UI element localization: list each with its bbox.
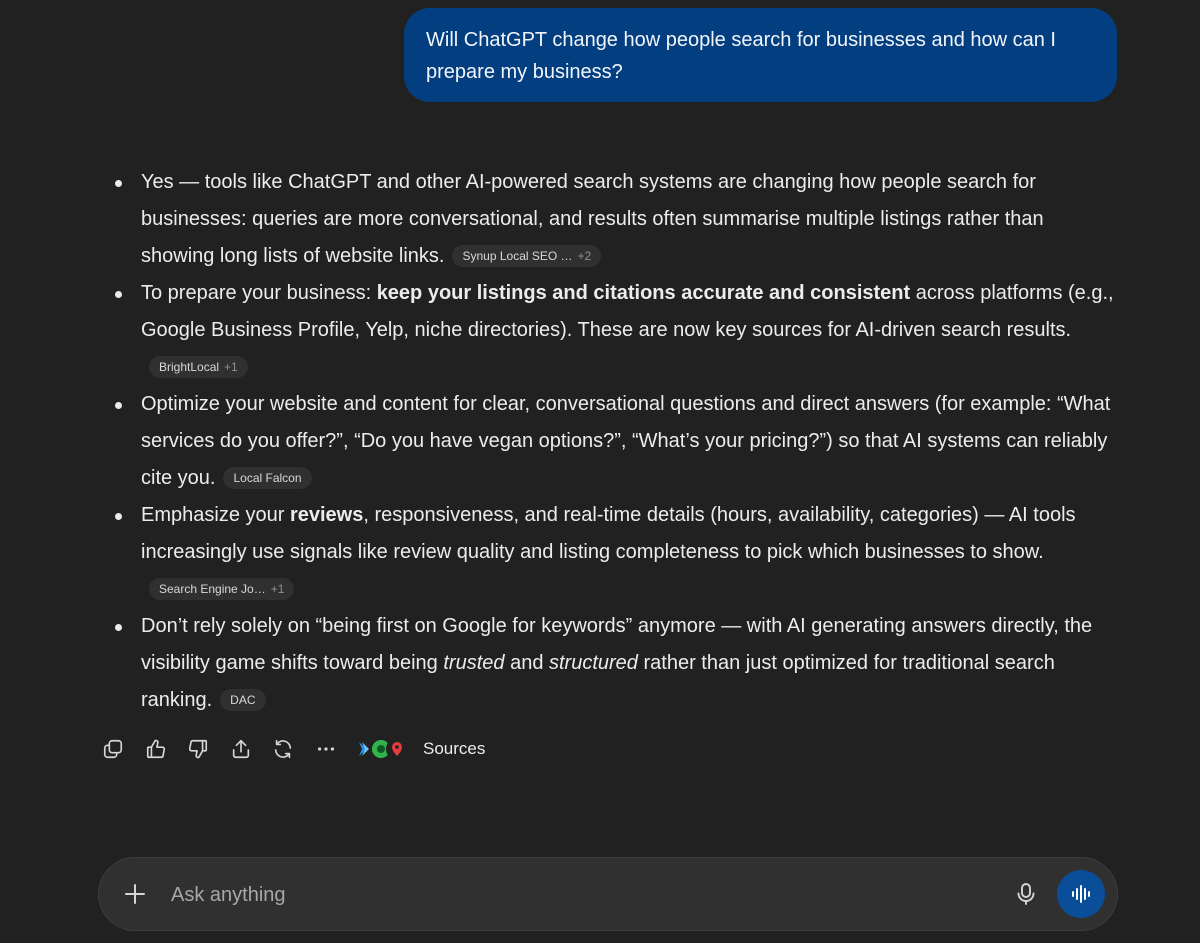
copy-icon (103, 739, 123, 759)
voice-mode-button[interactable] (1057, 870, 1105, 918)
user-message-text: Will ChatGPT change how people search fo… (426, 29, 1056, 83)
more-icon (317, 747, 334, 751)
source-citation-chip[interactable]: Synup Local SEO … +2 (452, 245, 602, 267)
citation-more-count: +2 (577, 249, 592, 263)
citation-label: Synup Local SEO … (462, 249, 573, 263)
citation-label: BrightLocal (159, 360, 220, 374)
source-citation-chip[interactable]: DAC (220, 689, 266, 711)
answer-text: and (504, 652, 549, 674)
citation-label: Search Engine Jo… (159, 582, 266, 596)
regenerate-button[interactable] (269, 733, 297, 765)
source-favicons (356, 738, 412, 760)
bullet-dot (115, 402, 122, 409)
ask-input[interactable] (169, 876, 973, 914)
user-message-bubble: Will ChatGPT change how people search fo… (404, 8, 1117, 102)
voice-waveform-icon (1072, 885, 1090, 903)
bullet-dot (115, 624, 122, 631)
regenerate-icon (274, 739, 292, 759)
thumbs-up-icon (146, 739, 165, 759)
answer-text: To prepare your business: (141, 282, 377, 304)
plus-icon (125, 884, 145, 904)
share-icon (232, 739, 249, 759)
message-action-bar: Sources (99, 732, 485, 766)
answer-text: Emphasize your (141, 504, 290, 526)
bullet-dot (115, 291, 122, 298)
bullet-dot (115, 513, 122, 520)
copy-button[interactable] (99, 733, 127, 765)
italic-text: structured (549, 652, 638, 674)
citation-label: DAC (230, 693, 256, 707)
citation-more-count: +1 (224, 360, 238, 374)
good-response-button[interactable] (142, 733, 170, 765)
answer-bullet-item: Yes — tools like ChatGPT and other AI-po… (112, 164, 1122, 275)
composer (98, 857, 1118, 931)
sources-label: Sources (423, 739, 486, 758)
citation-label: Local Falcon (233, 471, 302, 485)
source-citation-chip[interactable]: Search Engine Jo… +1 (149, 578, 295, 600)
answer-bullet-item: Emphasize your reviews, responsiveness, … (112, 497, 1122, 608)
citation-more-count: +1 (270, 582, 285, 596)
answer-list: Yes — tools like ChatGPT and other AI-po… (112, 164, 1122, 719)
bold-text: keep your listings and citations accurat… (376, 282, 911, 304)
sources-button[interactable]: Sources (356, 738, 485, 760)
assistant-answer: Yes — tools like ChatGPT and other AI-po… (112, 164, 1122, 719)
chat-page: Will ChatGPT change how people search fo… (0, 0, 1200, 943)
answer-bullet-item: Optimize your website and content for cl… (112, 386, 1122, 497)
answer-bullet-item: Don’t rely solely on “being first on Goo… (112, 608, 1122, 719)
answer-bullet-item: To prepare your business: keep your list… (112, 275, 1122, 386)
dictate-button[interactable] (1011, 879, 1041, 909)
source-citation-chip[interactable]: Local Falcon (223, 467, 312, 489)
microphone-icon (1017, 883, 1035, 905)
local-falcon-favicon-icon (386, 738, 408, 760)
add-attachment-button[interactable] (119, 878, 151, 910)
more-actions-button[interactable] (312, 733, 340, 765)
share-button[interactable] (227, 733, 255, 765)
bullet-dot (115, 180, 122, 187)
source-citation-chip[interactable]: BrightLocal +1 (149, 356, 248, 378)
bold-text: reviews (289, 504, 364, 526)
thumbs-down-icon (188, 739, 208, 759)
italic-text: trusted (443, 652, 505, 674)
bad-response-button[interactable] (184, 733, 212, 765)
